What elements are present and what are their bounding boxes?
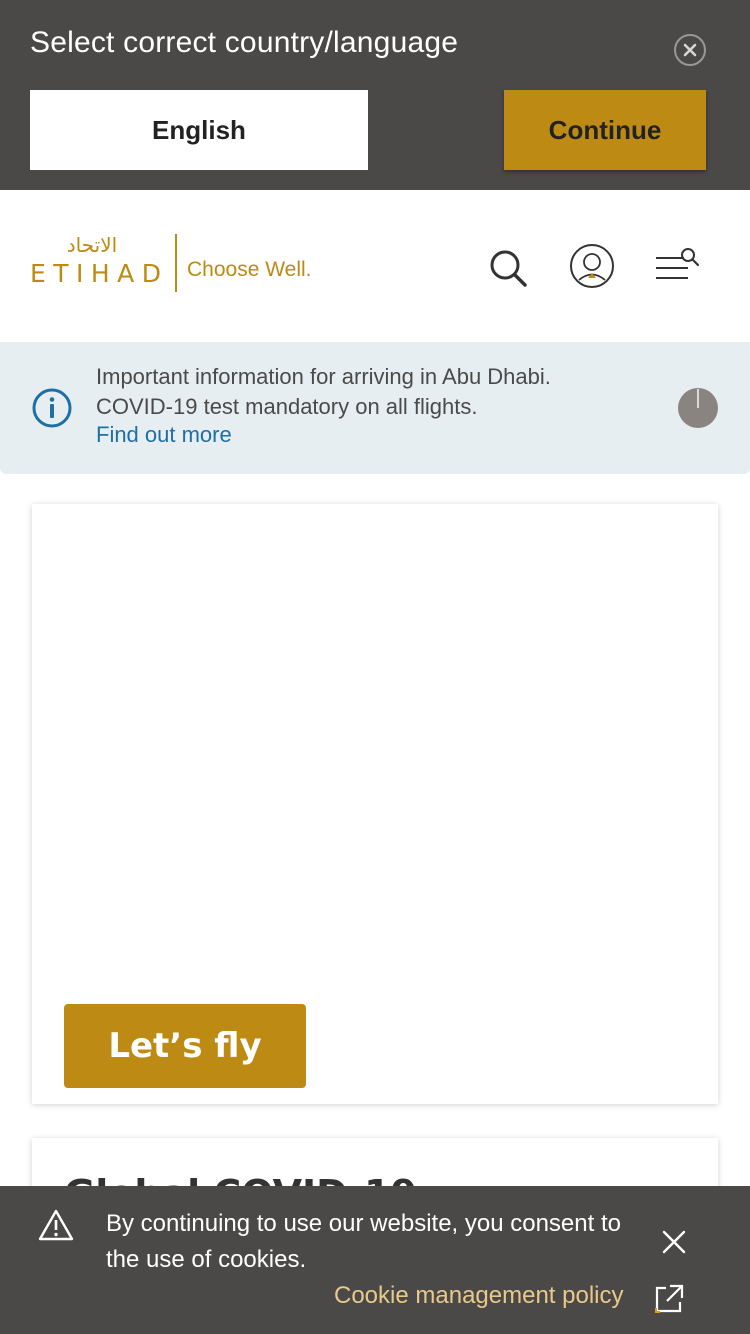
loading-spinner-icon [678,388,718,428]
user-icon[interactable] [568,242,616,290]
booking-card: Let’s fly [32,504,718,1104]
find-out-more-link[interactable]: Find out more [96,422,232,448]
site-header: الاتحاد ETIHAD Choose Well. [0,190,750,342]
info-message: Important information for arriving in Ab… [96,362,551,422]
info-icon [32,388,72,428]
cookie-consent-bar: By continuing to use our website, you co… [0,1186,750,1334]
language-select[interactable]: English [30,90,368,170]
tagline: Choose Well. [187,258,312,281]
country-language-bar: Select correct country/language English … [0,0,750,190]
etihad-logo[interactable]: الاتحاد ETIHAD [30,230,170,296]
warning-icon [38,1208,74,1242]
lets-fly-button[interactable]: Let’s fly [64,1004,306,1088]
cookie-policy-link[interactable]: Cookie management policy [334,1282,624,1310]
logo-divider [175,234,177,292]
svg-text:الاتحاد: الاتحاد [67,233,117,257]
info-line-2: COVID-19 test mandatory on all flights. [96,394,478,419]
search-icon[interactable] [486,246,530,290]
covid-info-banner: Important information for arriving in Ab… [0,342,750,474]
cookie-line-2: the use of cookies. [106,1246,307,1273]
info-line-1: Important information for arriving in Ab… [96,364,551,389]
close-icon[interactable] [660,1228,688,1256]
external-link-icon[interactable] [652,1282,686,1316]
cookie-line-1: By continuing to use our website, you co… [106,1210,621,1237]
cookie-message: By continuing to use our website, you co… [106,1206,666,1278]
continue-button[interactable]: Continue [504,90,706,170]
svg-text:ETIHAD: ETIHAD [30,259,162,288]
country-language-title: Select correct country/language [30,26,459,59]
menu-search-icon[interactable] [654,246,702,286]
close-circle-icon[interactable] [674,34,706,66]
